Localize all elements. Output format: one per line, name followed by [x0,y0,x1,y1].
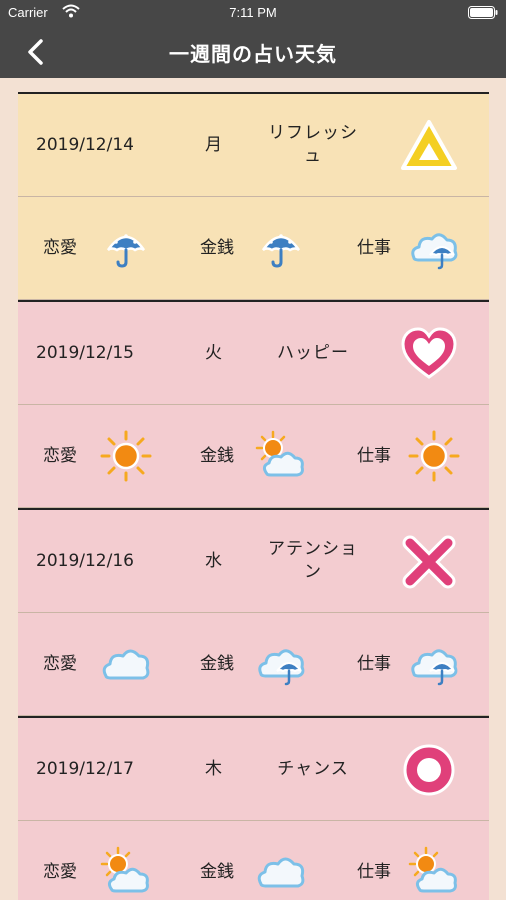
status-bar: Carrier 7:11 PM [0,0,506,26]
love-label: 恋愛 [43,238,77,258]
money-label: 金銭 [200,446,234,466]
day-date: 2019/12/14 [36,135,134,155]
love-label: 恋愛 [43,862,77,882]
cross-icon [398,531,460,593]
day-detail-row: 恋愛 金銭 仕事 [18,405,489,508]
day-summary-row: 2019/12/17 木 チャンス [18,718,489,821]
day-summary-row: 2019/12/15 火 ハッピー [18,302,489,405]
umbrella-icon [255,222,307,274]
circle-icon [398,739,460,801]
sun-cloud-icon [255,430,307,482]
day-detail-row: 恋愛 金銭 仕事 [18,613,489,716]
sun-icon [100,430,152,482]
day-summary-row: 2019/12/16 水 アテンション [18,510,489,613]
page-title: 一週間の占い天気 [169,42,337,66]
cloud-umbrella-icon [408,222,460,274]
day-weekday: 月 [205,135,222,155]
day-block-2019-12-16: 2019/12/16 水 アテンション 恋愛 金銭 仕事 [18,508,489,716]
navigation-bar: 一週間の占い天気 [0,26,506,78]
sun-icon [408,430,460,482]
day-weekday: 火 [205,343,222,363]
cloud-icon [255,846,307,898]
work-label: 仕事 [357,654,391,674]
love-label: 恋愛 [43,446,77,466]
day-date: 2019/12/17 [36,759,134,779]
day-date: 2019/12/15 [36,343,134,363]
battery-icon [468,6,498,19]
money-label: 金銭 [200,862,234,882]
day-summary-row: 2019/12/14 月 リフレッシュ [18,94,489,197]
heart-icon [398,323,460,385]
sun-cloud-icon [100,846,152,898]
cloud-icon [100,638,152,690]
work-label: 仕事 [357,238,391,258]
day-weekday: 水 [205,551,222,571]
triangle-icon [398,115,460,177]
cloud-umbrella-icon [255,638,307,690]
day-fortune: ハッピー [277,342,349,363]
day-block-2019-12-14: 2019/12/14 月 リフレッシュ 恋愛 金銭 仕事 [18,92,489,300]
day-fortune: リフレッシュ [268,123,358,166]
money-label: 金銭 [200,654,234,674]
money-label: 金銭 [200,238,234,258]
day-fortune: アテンション [268,539,358,582]
sun-cloud-icon [408,846,460,898]
forecast-content: 2019/12/14 月 リフレッシュ 恋愛 金銭 仕事 2019/12/15 … [0,78,506,900]
day-block-2019-12-15: 2019/12/15 火 ハッピー 恋愛 金銭 仕事 [18,300,489,508]
umbrella-icon [100,222,152,274]
day-detail-row: 恋愛 金銭 仕事 [18,821,489,900]
day-date: 2019/12/16 [36,551,134,571]
day-weekday: 木 [205,759,222,779]
cloud-umbrella-icon [408,638,460,690]
day-block-2019-12-17: 2019/12/17 木 チャンス 恋愛 金銭 仕事 [18,716,489,900]
forecast-list: 2019/12/14 月 リフレッシュ 恋愛 金銭 仕事 2019/12/15 … [18,92,489,900]
work-label: 仕事 [357,862,391,882]
clock-time: 7:11 PM [229,5,277,20]
love-label: 恋愛 [43,654,77,674]
day-detail-row: 恋愛 金銭 仕事 [18,197,489,300]
work-label: 仕事 [357,446,391,466]
day-fortune: チャンス [277,758,349,779]
